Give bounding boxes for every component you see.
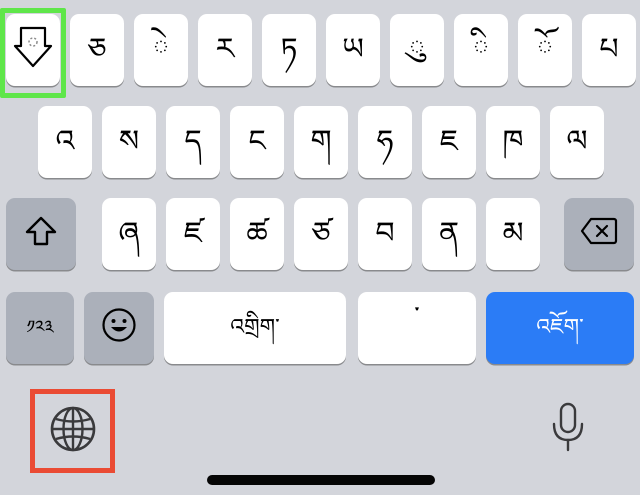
key-label: ད — [184, 124, 202, 159]
key-r1-6[interactable]: ཡ — [326, 14, 380, 86]
key-label: བ — [375, 216, 395, 251]
return-key[interactable]: འཇོག་ — [486, 292, 634, 364]
key-label: ཅ — [87, 32, 107, 67]
key-label: ཇ — [439, 124, 459, 159]
numbers-key[interactable]: ༡༢༣ — [6, 292, 74, 364]
key-label: ཙ — [311, 216, 331, 251]
delete-icon — [580, 217, 618, 251]
key-r3-2[interactable]: ཛ — [166, 198, 220, 270]
key-r3-5[interactable]: བ — [358, 198, 412, 270]
key-r2-8[interactable]: ཁ — [486, 106, 540, 178]
key-r1-10[interactable]: པ — [582, 14, 636, 86]
key-r1-2[interactable]: ཅ — [70, 14, 124, 86]
microphone-button[interactable] — [545, 400, 591, 460]
microphone-icon — [551, 402, 585, 458]
key-label: ཞ — [118, 216, 140, 251]
key-r3-6[interactable]: ན — [422, 198, 476, 270]
tsheg-key[interactable]: ་ — [358, 292, 476, 364]
key-r3-1[interactable]: ཞ — [102, 198, 156, 270]
key-label: ཏ — [280, 32, 298, 67]
key-r2-9[interactable]: ལ — [550, 106, 604, 178]
space-label: འགྲིག་ — [230, 315, 280, 340]
key-r1-7[interactable]: ུ — [390, 14, 444, 86]
key-label: ོ — [536, 32, 554, 67]
key-label: ལ — [566, 124, 588, 159]
key-label: ུ — [408, 32, 426, 67]
key-r3-7[interactable]: མ — [486, 198, 540, 270]
key-r2-6[interactable]: ཧ — [358, 106, 412, 178]
key-label: ང — [248, 124, 266, 159]
return-label: འཇོག་ — [536, 315, 584, 340]
key-r2-2[interactable]: ས — [102, 106, 156, 178]
highlight-globe-button — [30, 389, 115, 473]
key-r1-4[interactable]: ར — [198, 14, 252, 86]
space-key[interactable]: འགྲིག་ — [164, 292, 346, 364]
key-r1-3[interactable]: ེ — [134, 14, 188, 86]
key-label: འ — [55, 124, 75, 159]
key-r2-4[interactable]: ང — [230, 106, 284, 178]
key-label: ཧ — [376, 124, 394, 159]
shift-key[interactable] — [6, 198, 76, 270]
key-label: ེ — [152, 32, 170, 67]
key-label: ཚ — [246, 216, 268, 251]
shift-icon — [24, 215, 58, 253]
key-label: ཁ — [502, 124, 524, 159]
key-r3-4[interactable]: ཙ — [294, 198, 348, 270]
delete-key[interactable] — [564, 198, 634, 270]
key-label: ག — [310, 124, 332, 159]
key-r2-3[interactable]: ད — [166, 106, 220, 178]
key-r1-9[interactable]: ོ — [518, 14, 572, 86]
key-label: མ — [502, 216, 524, 251]
emoji-icon — [101, 307, 137, 349]
numbers-label: ༡༢༣ — [26, 317, 54, 338]
key-label: པ — [599, 32, 619, 67]
tsheg-label: ་ — [414, 302, 420, 332]
key-r2-7[interactable]: ཇ — [422, 106, 476, 178]
key-r1-5[interactable]: ཏ — [262, 14, 316, 86]
key-label: ས — [118, 124, 140, 159]
key-label: ཡ — [342, 32, 364, 67]
key-label: ན — [438, 216, 459, 251]
key-r2-1[interactable]: འ — [38, 106, 92, 178]
key-r1-8[interactable]: ི — [454, 14, 508, 86]
key-r2-5[interactable]: ག — [294, 106, 348, 178]
key-label: ར — [215, 32, 235, 67]
emoji-key[interactable] — [84, 292, 154, 364]
key-label: ཛ — [183, 216, 203, 251]
key-r3-3[interactable]: ཚ — [230, 198, 284, 270]
home-indicator — [207, 475, 435, 485]
key-label: ི — [472, 32, 490, 67]
highlight-dismiss-key — [0, 8, 66, 98]
